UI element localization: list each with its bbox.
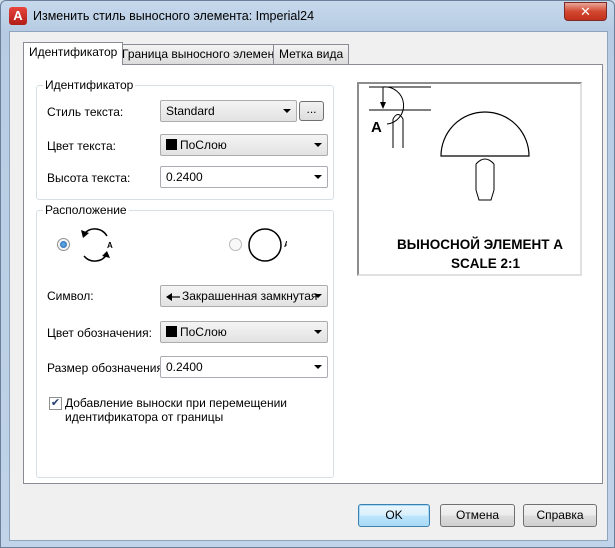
layout-option-1-radio[interactable] — [57, 238, 70, 251]
identifier-group-title: Идентификатор — [43, 78, 136, 92]
preview-caption-line2: SCALE 2:1 — [451, 256, 521, 271]
ok-button[interactable]: OK — [358, 504, 430, 527]
title-bar[interactable]: A Изменить стиль выносного элемента: Imp… — [1, 1, 614, 31]
circle-with-arrows-icon: A — [81, 228, 113, 262]
marker-color-label: Цвет обозначения: — [47, 326, 152, 340]
text-style-value: Standard — [166, 104, 215, 118]
marker-size-label: Размер обозначения: — [47, 361, 167, 375]
chevron-down-icon — [314, 365, 322, 369]
tab-panel: Идентификатор Стиль текста: Standard ...… — [23, 64, 603, 484]
marker-color-dropdown[interactable]: ПоСлою — [160, 321, 328, 343]
text-color-dropdown[interactable]: ПоСлою — [160, 134, 328, 156]
chevron-down-icon — [314, 143, 322, 147]
filled-arrow-icon — [166, 293, 180, 301]
symbol-dropdown[interactable]: Закрашенная замкнутая — [160, 285, 328, 307]
chevron-down-icon — [314, 294, 322, 298]
layout-option-2-radio[interactable] — [229, 238, 242, 251]
text-height-dropdown[interactable]: 0.2400 — [160, 166, 328, 188]
marker-size-value: 0.2400 — [166, 360, 203, 374]
layout-group: Расположение A A Символ: Закрашенная зам… — [36, 203, 334, 478]
symbol-label: Символ: — [47, 289, 94, 303]
chevron-down-icon — [314, 175, 322, 179]
text-color-value: ПоСлою — [180, 138, 227, 152]
tab-detail-boundary[interactable]: Граница выносного элемента — [116, 44, 293, 64]
help-button[interactable]: Справка — [523, 504, 597, 527]
add-leader-label-line1: Добавление выноски при перемещении — [65, 396, 288, 410]
option2-letter: A — [284, 240, 287, 249]
identifier-group: Идентификатор Стиль текста: Standard ...… — [36, 78, 334, 200]
color-swatch-icon — [166, 139, 177, 150]
chevron-down-icon — [314, 330, 322, 334]
option1-letter: A — [107, 241, 113, 250]
circle-icon: A — [248, 228, 287, 262]
window-title: Изменить стиль выносного элемента: Imper… — [33, 9, 315, 23]
tab-view-label[interactable]: Метка вида — [273, 44, 350, 64]
preview-panel: A ВЫНОСНОЙ ЭЛЕМЕНТ А SCALE 2:1 — [357, 82, 582, 276]
autocad-logo-icon: A — [9, 7, 27, 25]
add-leader-label-line2: идентификатора от границы — [65, 410, 224, 424]
layout-group-title: Расположение — [43, 203, 129, 217]
chevron-down-icon — [283, 109, 291, 113]
detail-preview-drawing: A — [369, 86, 530, 201]
preview-marker-letter: A — [371, 119, 382, 136]
text-height-value: 0.2400 — [166, 170, 203, 184]
symbol-value: Закрашенная замкнутая — [182, 289, 318, 303]
add-leader-label: Добавление выноски при перемещении идент… — [65, 396, 287, 424]
browse-text-style-button[interactable]: ... — [299, 101, 324, 121]
text-style-label: Стиль текста: — [47, 105, 124, 119]
preview-caption-line1: ВЫНОСНОЙ ЭЛЕМЕНТ А — [397, 237, 563, 252]
close-button[interactable]: ✕ — [564, 2, 607, 21]
cancel-button[interactable]: Отмена — [440, 504, 515, 527]
add-leader-checkbox[interactable]: ✔ — [49, 397, 62, 410]
marker-size-dropdown[interactable]: 0.2400 — [160, 356, 328, 378]
text-color-label: Цвет текста: — [47, 139, 117, 153]
dialog-window: A Изменить стиль выносного элемента: Imp… — [0, 0, 615, 548]
text-style-dropdown[interactable]: Standard — [160, 100, 297, 122]
tab-identifier[interactable]: Идентификатор — [23, 42, 124, 65]
color-swatch-icon — [166, 326, 177, 337]
dialog-client: Идентификатор Граница выносного элемента… — [9, 31, 608, 541]
marker-color-value: ПоСлою — [180, 325, 227, 339]
text-height-label: Высота текста: — [47, 171, 131, 185]
